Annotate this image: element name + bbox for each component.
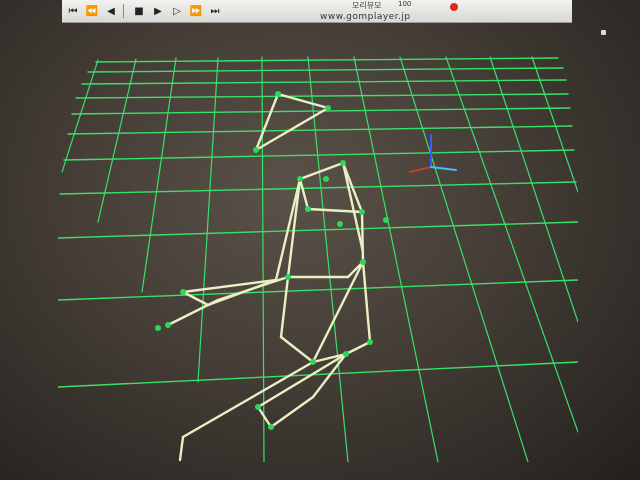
skeleton-joint [255,404,261,410]
ground-grid [58,56,578,462]
step-back-icon: ◀ [107,5,115,17]
rewind-icon: ⏪ [85,5,99,17]
skeleton-joint [323,176,329,182]
rewind-button[interactable]: ⏪ [84,3,100,19]
skeleton-joint [165,322,171,328]
skeleton-joint [367,339,373,345]
grid-line [531,56,578,193]
axis-x-line [409,166,432,173]
grid-line [141,57,177,293]
skeleton-bone [361,260,372,344]
skeleton-bone [269,395,315,429]
next-track-button[interactable]: ⏭ [207,3,223,19]
skeleton-bone [298,177,310,211]
skeleton-bone [181,360,315,439]
toolbar-divider [123,4,124,18]
skeleton-joint [325,105,331,111]
skeleton-bone [279,335,315,364]
skeleton-joint [285,274,291,280]
skeleton-bone [360,210,365,264]
skeleton-joint [275,91,281,97]
skeleton-bone [274,177,302,282]
skeleton-bone [166,298,220,327]
mouse-cursor-icon [601,30,606,35]
projected-screen: ⏮ ⏪ ◀ ■ ▶ ▷ ⏩ ⏭ 모리뷰모 100 www.gomplayer.j… [0,0,640,480]
grid-line [95,57,559,63]
skeleton-joint [360,259,366,265]
grid-line [353,56,439,462]
volume-value: 100 [398,0,412,8]
skeleton-joint [268,424,274,430]
player-url: www.gomplayer.jp [320,12,411,22]
skeleton-joint [253,147,259,153]
grid-line [58,279,578,301]
skeleton-joint [297,176,303,182]
grid-line [61,59,99,173]
skeleton-joint [340,160,346,166]
skeleton-joint [310,359,316,365]
skeleton-bone [256,352,348,409]
step-forward-button[interactable]: ▷ [169,3,185,19]
grid-line [75,93,569,99]
3d-viewport[interactable] [58,22,578,462]
prev-track-button[interactable]: ⏮ [65,3,81,19]
media-player-toolbar: ⏮ ⏪ ◀ ■ ▶ ▷ ⏩ ⏭ 모리뷰모 100 www.gomplayer.j… [62,0,572,23]
play-icon: ▶ [154,5,162,17]
step-back-button[interactable]: ◀ [103,3,119,19]
skeleton-joint [180,289,186,295]
skeleton-bone [254,92,280,152]
stop-icon: ■ [134,5,144,17]
skeleton-joint [359,209,365,215]
skeleton-bone [178,435,185,462]
grid-line [59,181,577,195]
grid-line [87,67,564,73]
grid-line [58,221,578,239]
grid-line [63,149,575,161]
prev-track-icon: ⏮ [68,5,78,17]
skeleton-bone [256,405,273,429]
skeleton-bone [298,161,345,181]
grid-line [445,56,578,433]
record-indicator-icon[interactable] [450,3,458,11]
grid-line [399,56,529,462]
grid-line [307,56,349,462]
stop-button[interactable]: ■ [131,3,147,19]
grid-line [67,125,573,135]
skeleton-joint [305,206,311,212]
grid-line [197,57,219,383]
fast-forward-button[interactable]: ⏩ [188,3,204,19]
next-track-icon: ⏭ [210,5,220,17]
grid-line [261,56,265,462]
fast-forward-icon: ⏩ [189,5,203,17]
skeleton-bone [216,275,290,302]
skeleton-bone [286,177,302,279]
skeleton-figure [166,92,372,462]
skeleton-joint [343,351,349,357]
skeleton-joint [383,217,389,223]
skeleton-bone [254,106,330,152]
skeleton-joint [155,325,161,331]
skeleton-joint [337,221,343,227]
grid-line [81,79,567,85]
play-button[interactable]: ▶ [150,3,166,19]
skeleton-bone [344,340,372,356]
step-forward-icon: ▷ [173,5,181,17]
skeleton-bone [279,275,290,339]
player-title: 모리뷰모 [352,1,382,10]
